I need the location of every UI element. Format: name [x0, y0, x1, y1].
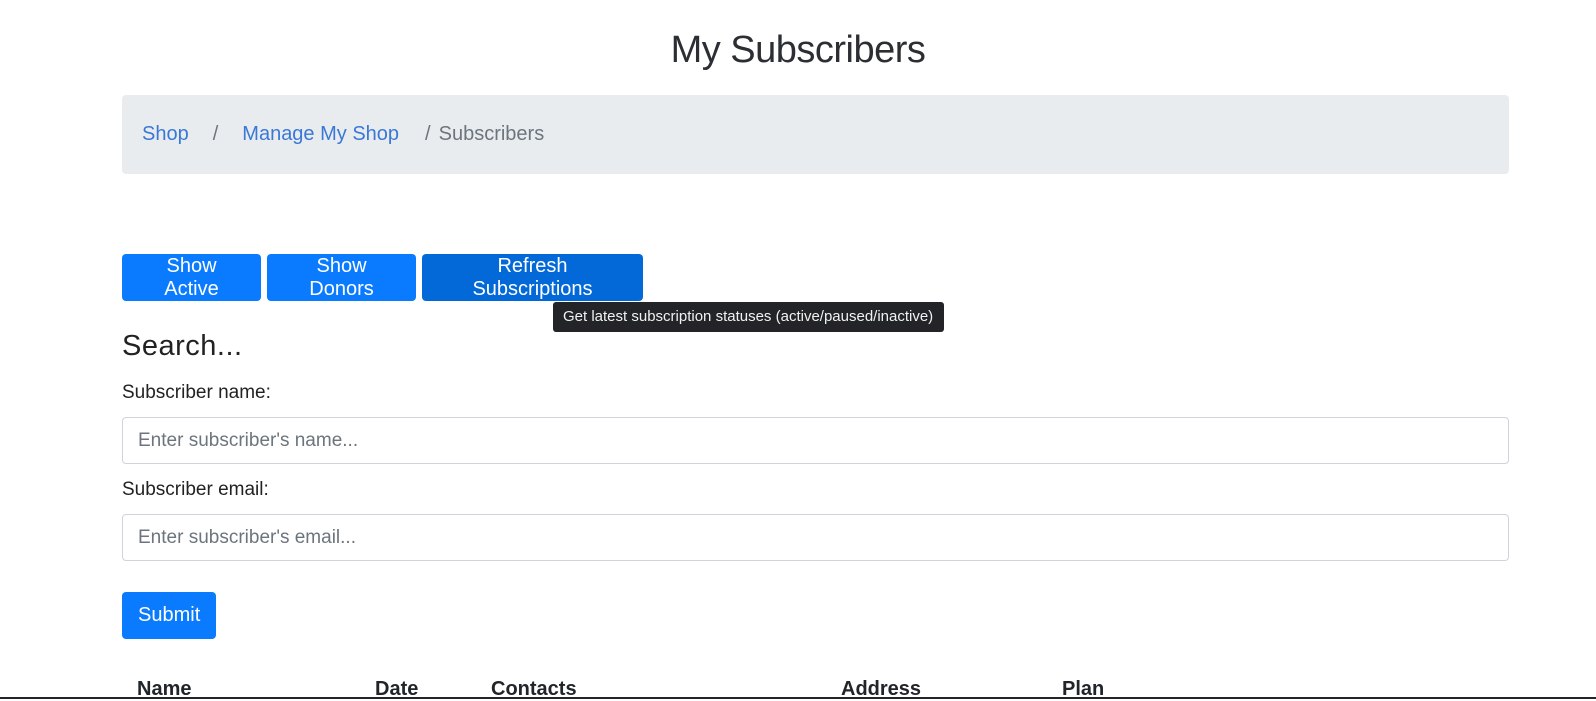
- submit-button[interactable]: Submit: [122, 592, 216, 639]
- subscriber-email-label: Subscriber email:: [122, 479, 269, 500]
- subscriber-email-input[interactable]: [122, 514, 1509, 561]
- show-active-button[interactable]: Show Active: [122, 254, 261, 301]
- breadcrumb-separator: /: [425, 123, 431, 145]
- search-heading: Search...: [122, 330, 243, 362]
- breadcrumb-item-subscribers: Subscribers: [438, 123, 545, 145]
- breadcrumb-item-manage-my-shop[interactable]: Manage My Shop: [242, 123, 399, 146]
- subscribers-table-header: Name Date Contacts Address Plan: [0, 676, 1596, 701]
- column-header-name[interactable]: Name: [137, 678, 191, 701]
- breadcrumb-separator: /: [212, 123, 219, 145]
- refresh-subscriptions-button[interactable]: Refresh Subscriptions: [422, 254, 643, 301]
- subscriber-name-label: Subscriber name:: [122, 382, 271, 403]
- breadcrumb: Shop / Manage My Shop / Subscribers: [122, 95, 1509, 174]
- show-donors-button[interactable]: Show Donors: [267, 254, 416, 301]
- subscriber-name-input[interactable]: [122, 417, 1509, 464]
- column-header-contacts[interactable]: Contacts: [491, 678, 577, 701]
- column-header-date[interactable]: Date: [375, 678, 418, 701]
- breadcrumb-item-shop[interactable]: Shop: [142, 123, 189, 146]
- column-header-plan[interactable]: Plan: [1062, 678, 1104, 701]
- page-title: My Subscribers: [670, 29, 926, 71]
- column-header-address[interactable]: Address: [841, 678, 921, 701]
- refresh-tooltip: Get latest subscription statuses (active…: [553, 302, 945, 332]
